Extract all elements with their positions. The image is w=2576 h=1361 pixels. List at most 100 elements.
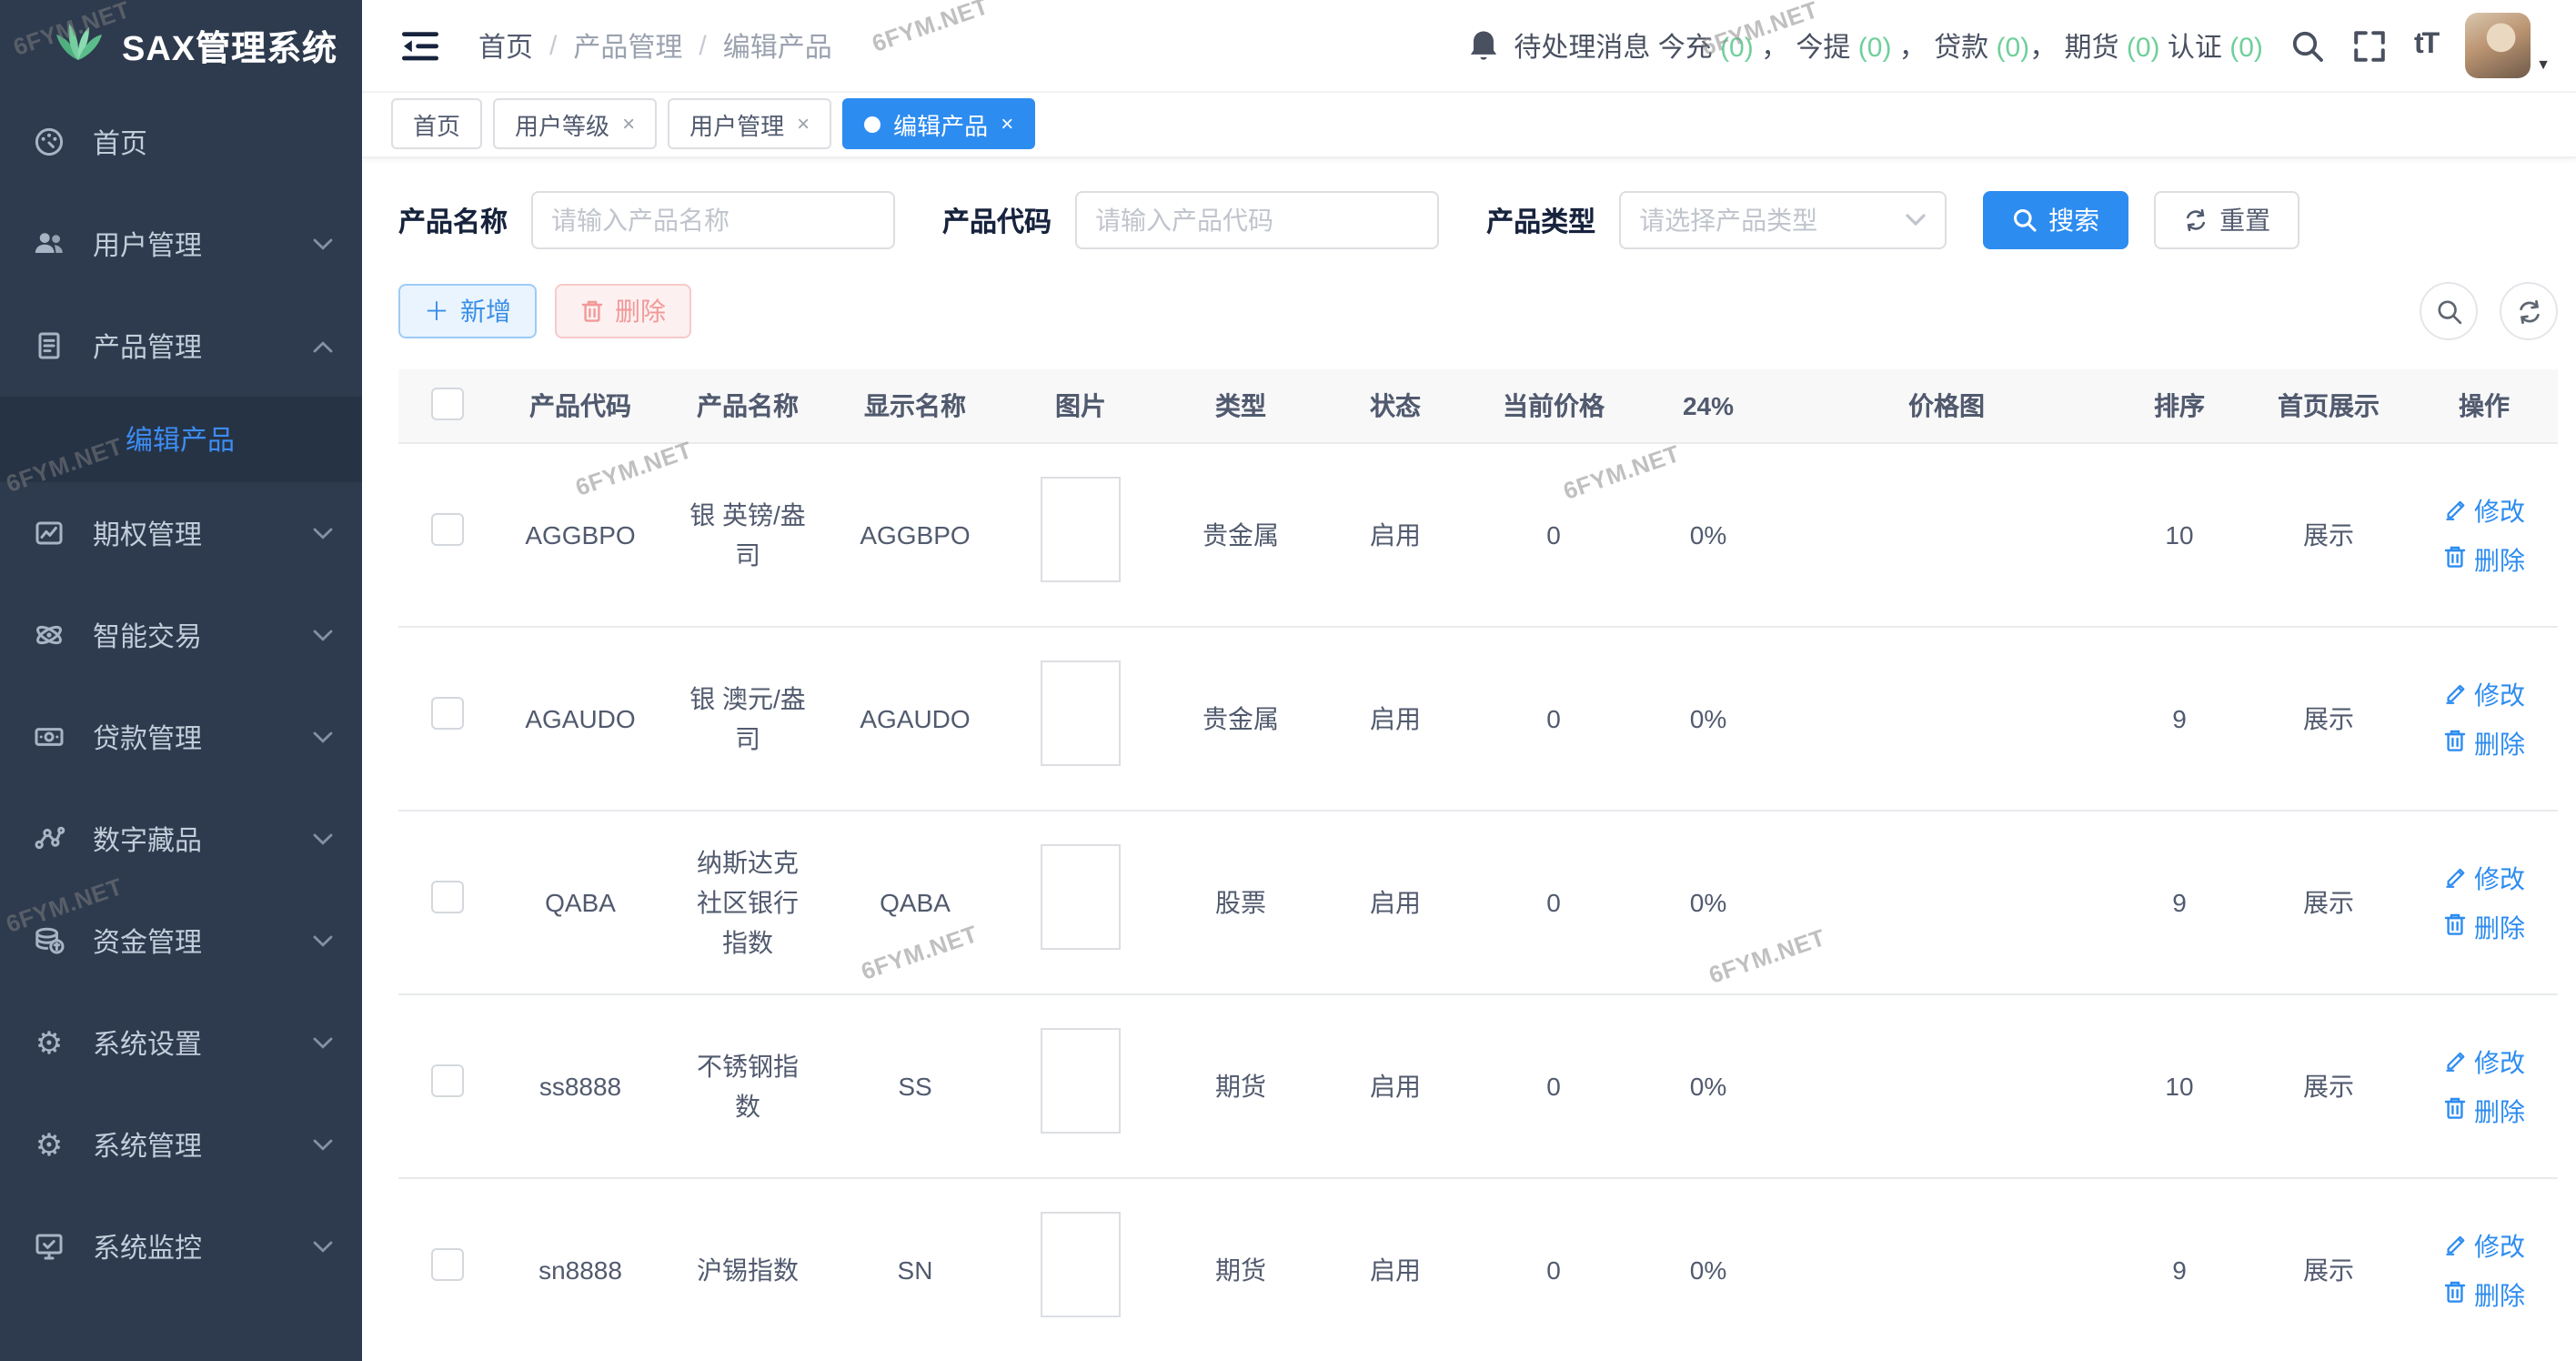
row-checkbox[interactable]	[431, 1248, 464, 1281]
product-code-input[interactable]	[1075, 191, 1439, 249]
delete-button-label: 删除	[615, 293, 666, 329]
delete-trash-icon	[2443, 1094, 2467, 1127]
sidebar-item-11[interactable]: 系统监控	[0, 1195, 362, 1297]
breadcrumb-item[interactable]: 产品管理	[573, 26, 682, 65]
product-image-placeholder[interactable]	[1041, 1028, 1121, 1134]
delete-link-label: 删除	[2474, 1094, 2525, 1127]
delete-link-label: 删除	[2474, 911, 2525, 943]
avatar[interactable]	[2465, 13, 2531, 78]
tab-label: 用户等级	[515, 106, 609, 141]
cell-display-name: AGGBPO	[831, 443, 999, 627]
select-all-checkbox[interactable]	[431, 387, 464, 419]
tab-close-icon[interactable]: ×	[1001, 111, 1013, 136]
sidebar-subitem-edit-product[interactable]: 编辑产品	[0, 397, 362, 482]
notice-segment: (0)	[1858, 32, 1892, 63]
cell-type: 贵金属	[1162, 443, 1319, 627]
cell-code: QABA	[497, 811, 664, 994]
tab-用户等级[interactable]: 用户等级 ×	[493, 98, 657, 149]
column-header: 类型	[1162, 369, 1319, 443]
edit-pencil-icon	[2443, 862, 2467, 894]
product-image-placeholder[interactable]	[1041, 477, 1121, 582]
fullscreen-icon[interactable]	[2352, 28, 2387, 63]
tab-用户管理[interactable]: 用户管理×	[668, 98, 831, 149]
table-tools	[2420, 282, 2558, 340]
app-logo: SAX管理系统	[0, 0, 362, 91]
edit-link[interactable]: 修改	[2432, 678, 2536, 711]
tab-close-icon[interactable]: ×	[797, 111, 810, 136]
avatar-caret-icon[interactable]: ▼	[2536, 56, 2551, 73]
cell-image	[999, 811, 1162, 994]
delete-link[interactable]: 删除	[2432, 727, 2536, 760]
table-search-button[interactable]	[2420, 282, 2478, 340]
edit-link[interactable]: 修改	[2432, 862, 2536, 894]
delete-link[interactable]: 删除	[2432, 911, 2536, 943]
tab-首页[interactable]: 首页	[391, 98, 482, 149]
column-header: 24%	[1635, 369, 1781, 443]
tab-close-icon[interactable]: ×	[622, 111, 635, 136]
delete-link[interactable]: 删除	[2432, 1094, 2536, 1127]
notice-segment: 认证	[2160, 32, 2230, 63]
sidebar-item-label: 用户管理	[93, 225, 313, 263]
sidebar-item-7[interactable]: 数字藏品	[0, 788, 362, 890]
plus-icon: ＋	[424, 293, 449, 329]
cell-name: 不锈钢指数	[664, 994, 831, 1178]
delete-link[interactable]: 删除	[2432, 1278, 2536, 1311]
menu-collapse-icon[interactable]	[402, 30, 438, 61]
table-header-row: 产品代码产品名称显示名称图片类型状态当前价格24%价格图排序首页展示操作	[398, 369, 2558, 443]
row-checkbox[interactable]	[431, 513, 464, 546]
cell-select	[398, 994, 497, 1178]
breadcrumb-item[interactable]: 编辑产品	[723, 26, 832, 65]
add-button[interactable]: ＋ 新增	[398, 284, 537, 338]
sidebar-item-8[interactable]: 资金管理	[0, 890, 362, 992]
search-button[interactable]: 搜索	[1983, 191, 2128, 249]
sidebar-item-6[interactable]: 贷款管理	[0, 686, 362, 788]
sidebar-item-5[interactable]: 智能交易	[0, 584, 362, 686]
cell-display-name: QABA	[831, 811, 999, 994]
chevron-down-icon	[313, 629, 333, 641]
row-checkbox[interactable]	[431, 1064, 464, 1097]
delete-link[interactable]: 删除	[2432, 543, 2536, 576]
filter-code-label: 产品代码	[942, 201, 1052, 239]
row-checkbox[interactable]	[431, 881, 464, 913]
product-image-placeholder[interactable]	[1041, 844, 1121, 950]
font-size-icon[interactable]: tT	[2414, 29, 2438, 62]
sidebar-item-9[interactable]: ⚙系统设置	[0, 992, 362, 1094]
breadcrumb: 首页/产品管理/编辑产品	[478, 26, 832, 65]
product-type-select[interactable]: 请选择产品类型	[1619, 191, 1947, 249]
funds-icon	[33, 924, 65, 957]
sidebar-item-3[interactable]: 产品管理	[0, 295, 362, 397]
reset-button[interactable]: 重置	[2154, 191, 2299, 249]
sidebar-item-label: 产品管理	[93, 327, 313, 365]
cell-current-price: 0	[1472, 443, 1635, 627]
sidebar-item-label: 智能交易	[93, 616, 313, 654]
cell-24h-percent: 0%	[1635, 443, 1781, 627]
product-image-placeholder[interactable]	[1041, 660, 1121, 766]
cell-actions: 修改删除	[2410, 627, 2558, 811]
search-icon[interactable]	[2290, 28, 2325, 63]
edit-pencil-icon	[2443, 1229, 2467, 1262]
sidebar-item-1[interactable]: 首页	[0, 91, 362, 193]
bell-icon[interactable]	[1468, 28, 1499, 63]
delete-button[interactable]: 删除	[555, 284, 691, 338]
sidebar-item-2[interactable]: 用户管理	[0, 193, 362, 295]
table-row: sn8888沪锡指数SN期货启用00%9展示修改删除	[398, 1178, 2558, 1361]
edit-link[interactable]: 修改	[2432, 1045, 2536, 1078]
table-row: QABA纳斯达克社区银行指数QABA股票启用00%9展示修改删除	[398, 811, 2558, 994]
table-refresh-button[interactable]	[2500, 282, 2558, 340]
column-header: 显示名称	[831, 369, 999, 443]
cell-image	[999, 443, 1162, 627]
product-name-input[interactable]	[531, 191, 895, 249]
edit-link[interactable]: 修改	[2432, 1229, 2536, 1262]
edit-link[interactable]: 修改	[2432, 494, 2536, 527]
sidebar-item-4[interactable]: 期权管理	[0, 482, 362, 584]
topbar: 首页/产品管理/编辑产品 待处理消息 今充 (0) ， 今提 (0) ， 贷款 …	[362, 0, 2576, 93]
add-button-label: 新增	[460, 293, 511, 329]
sidebar-item-10[interactable]: ⚙系统管理	[0, 1094, 362, 1195]
column-header: 首页展示	[2247, 369, 2410, 443]
row-checkbox[interactable]	[431, 697, 464, 730]
breadcrumb-item[interactable]: 首页	[478, 26, 533, 65]
cell-24h-percent: 0%	[1635, 1178, 1781, 1361]
edit-link-label: 修改	[2474, 678, 2525, 711]
tab-编辑产品[interactable]: 编辑产品×	[842, 98, 1035, 149]
product-image-placeholder[interactable]	[1041, 1212, 1121, 1317]
